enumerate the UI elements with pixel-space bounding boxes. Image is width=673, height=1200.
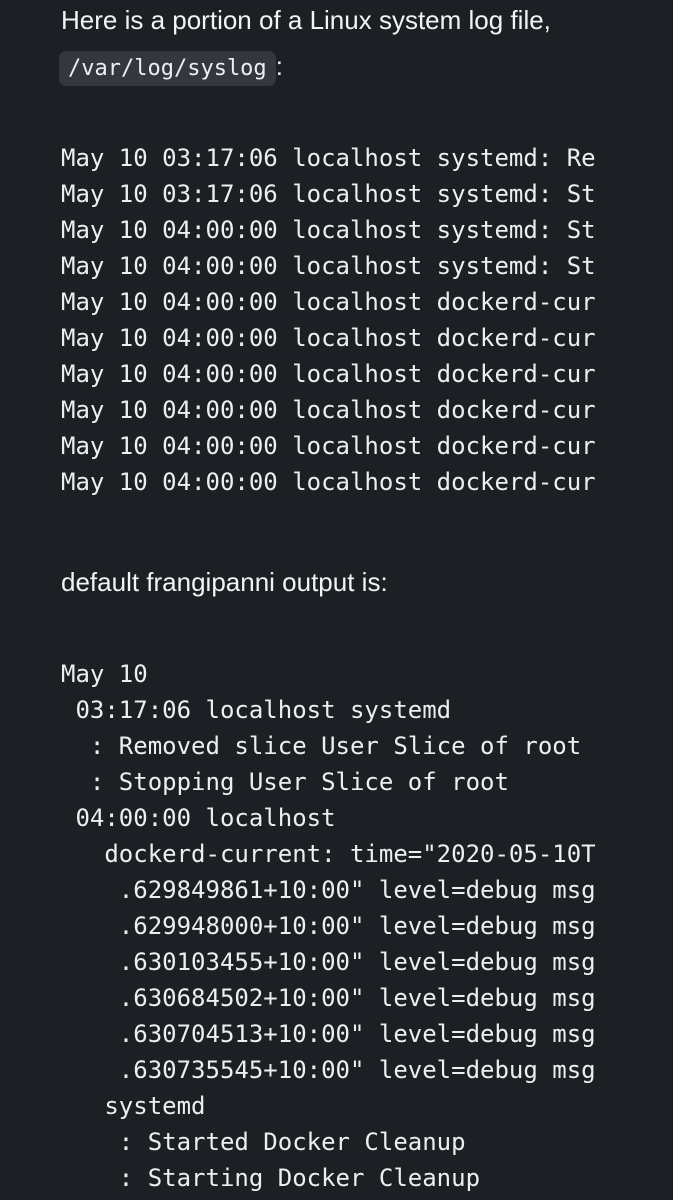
- message-page: Here is a portion of a Linux system log …: [0, 0, 673, 1200]
- output-line: 04:00:00 localhost: [61, 804, 336, 832]
- syslog-line: May 10 03:17:06 localhost systemd: Re: [61, 144, 596, 172]
- output-line: : Stopping User Slice of root: [61, 768, 509, 796]
- output-line: : Started Docker Cleanup: [61, 1128, 466, 1156]
- output-line: .630735545+10:00" level=debug msg: [61, 1056, 596, 1084]
- syslog-line: May 10 03:17:06 localhost systemd: St: [61, 180, 596, 208]
- intro-colon: :: [275, 51, 283, 81]
- output-line: May 10: [61, 660, 148, 688]
- syslog-line: May 10 04:00:00 localhost systemd: St: [61, 216, 596, 244]
- intro-line-2: /var/log/syslog:: [59, 48, 551, 86]
- syslog-line: May 10 04:00:00 localhost dockerd-cur: [61, 432, 596, 460]
- output-line: : Removed slice User Slice of root: [61, 732, 582, 760]
- frangipanni-output-block[interactable]: May 10 03:17:06 localhost systemd : Remo…: [61, 656, 616, 1196]
- output-line: : Starting Docker Cleanup: [61, 1164, 481, 1192]
- syslog-line: May 10 04:00:00 localhost dockerd-cur: [61, 288, 596, 316]
- syslog-line: May 10 04:00:00 localhost systemd: St: [61, 252, 596, 280]
- syslog-code-block[interactable]: May 10 03:17:06 localhost systemd: Re Ma…: [61, 140, 616, 500]
- section-heading: default frangipanni output is:: [61, 567, 388, 597]
- output-line: .630103455+10:00" level=debug msg: [61, 948, 596, 976]
- intro-text: Here is a portion of a Linux system log …: [61, 5, 551, 35]
- output-line: .630704513+10:00" level=debug msg: [61, 1020, 596, 1048]
- syslog-line: May 10 04:00:00 localhost dockerd-cur: [61, 360, 596, 388]
- output-line: .630684502+10:00" level=debug msg: [61, 984, 596, 1012]
- output-line: .629948000+10:00" level=debug msg: [61, 912, 596, 940]
- output-line: 03:17:06 localhost systemd: [61, 696, 452, 724]
- syslog-line: May 10 04:00:00 localhost dockerd-cur: [61, 396, 596, 424]
- syslog-line: May 10 04:00:00 localhost dockerd-cur: [61, 324, 596, 352]
- syslog-line: May 10 04:00:00 localhost dockerd-cur: [61, 468, 596, 496]
- output-line: .629849861+10:00" level=debug msg: [61, 876, 596, 904]
- output-line: systemd: [61, 1092, 206, 1120]
- output-line: dockerd-current: time="2020-05-10T: [61, 840, 596, 868]
- inline-code-path: /var/log/syslog: [59, 51, 276, 86]
- intro-paragraph: Here is a portion of a Linux system log …: [59, 2, 551, 86]
